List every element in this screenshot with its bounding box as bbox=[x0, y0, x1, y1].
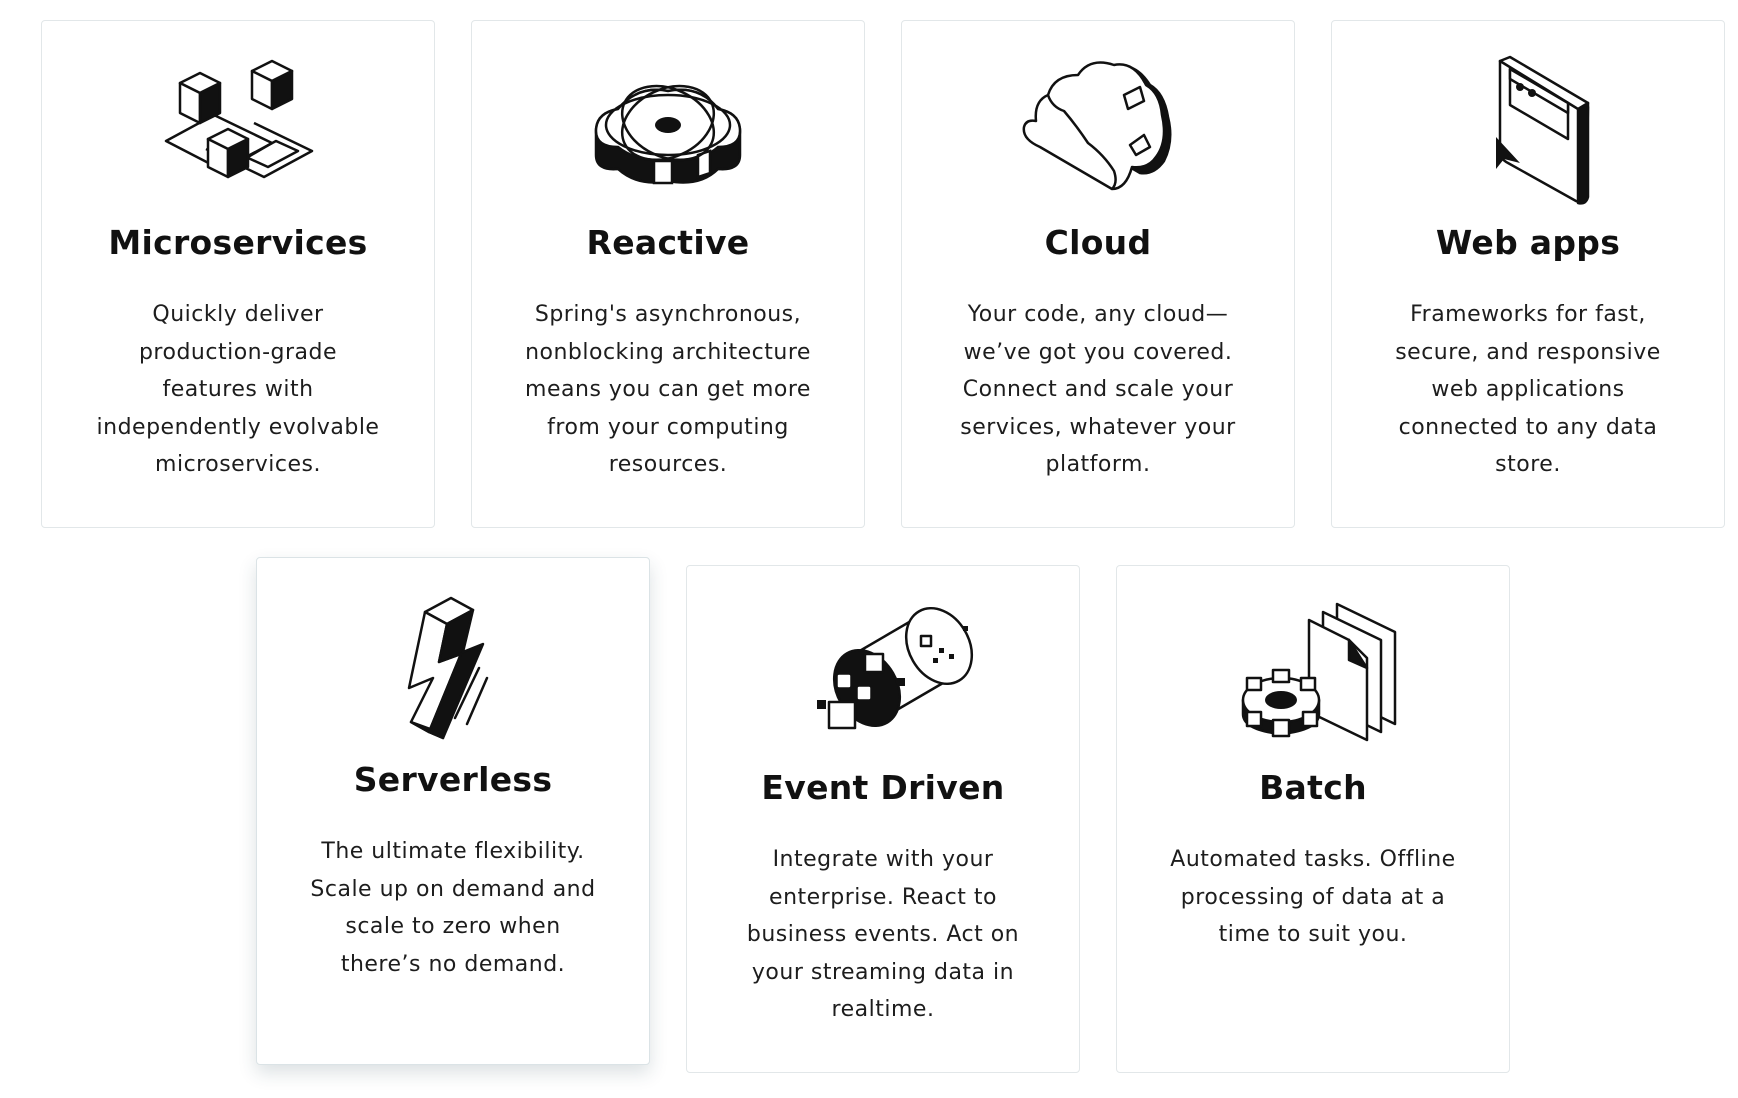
card-description: Automated tasks. Offline processing of d… bbox=[1170, 847, 1456, 947]
card-title: Batch bbox=[1259, 768, 1367, 807]
cloud-icon bbox=[902, 51, 1294, 211]
card-description: Your code, any cloud—we’ve got you cover… bbox=[960, 302, 1236, 477]
card-title: Event Driven bbox=[761, 768, 1005, 807]
card-title: Cloud bbox=[1044, 223, 1152, 262]
event-stream-cylinder-icon bbox=[687, 596, 1079, 756]
card-description: Frameworks for fast, secure, and respons… bbox=[1395, 302, 1661, 477]
card-title: Microservices bbox=[108, 223, 368, 262]
gear-documents-icon bbox=[1117, 596, 1509, 756]
card-title: Reactive bbox=[586, 223, 750, 262]
card-description: Spring's asynchronous, nonblocking archi… bbox=[525, 302, 811, 477]
card-description: Quickly deliver production-grade feature… bbox=[96, 302, 380, 477]
card-microservices[interactable]: Microservices Quickly deliver production… bbox=[41, 20, 435, 528]
card-event-driven[interactable]: Event Driven Integrate with your enterpr… bbox=[686, 565, 1080, 1073]
card-title: Serverless bbox=[353, 760, 553, 799]
browser-window-icon bbox=[1332, 51, 1724, 211]
card-batch[interactable]: Batch Automated tasks. Offline processin… bbox=[1116, 565, 1510, 1073]
card-serverless[interactable]: Serverless The ultimate flexibility. Sca… bbox=[256, 557, 650, 1065]
card-web-apps[interactable]: Web apps Frameworks for fast, secure, an… bbox=[1331, 20, 1725, 528]
lightning-bolt-icon bbox=[257, 588, 649, 748]
card-reactive[interactable]: Reactive Spring's asynchronous, nonblock… bbox=[471, 20, 865, 528]
card-cloud[interactable]: Cloud Your code, any cloud—we’ve got you… bbox=[901, 20, 1295, 528]
card-description: Integrate with your enterprise. React to… bbox=[746, 847, 1020, 1022]
reactive-orbit-icon bbox=[472, 51, 864, 211]
microservices-cubes-icon bbox=[42, 51, 434, 211]
card-description: The ultimate flexibility. Scale up on de… bbox=[310, 839, 596, 977]
card-title: Web apps bbox=[1435, 223, 1621, 262]
